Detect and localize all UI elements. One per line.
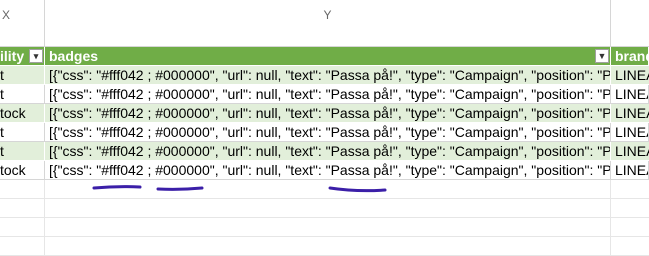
column-letter-y[interactable]: Y xyxy=(45,0,611,47)
column-letter-z[interactable] xyxy=(611,0,649,47)
grid-divider xyxy=(610,180,611,199)
cell-brand[interactable]: LINEA xyxy=(611,85,649,104)
table-row: t [{"css": "#fff042 ; #000000", "url": n… xyxy=(0,66,649,85)
cell-brand[interactable]: LINEA xyxy=(611,104,649,123)
grid-divider xyxy=(610,199,611,218)
cell-badges[interactable]: [{"css": "#fff042 ; #000000", "url": nul… xyxy=(45,104,611,123)
cell-brand[interactable]: LINEA xyxy=(611,123,649,142)
table-row: tock [{"css": "#fff042 ; #000000", "url"… xyxy=(0,161,649,180)
grid-divider xyxy=(610,218,611,237)
cell-availability[interactable]: tock xyxy=(0,161,45,180)
cell-brand[interactable]: LINEA xyxy=(611,142,649,161)
table-header-row: ility ▾ badges ▼ brand xyxy=(0,47,649,66)
cell-badges[interactable]: [{"css": "#fff042 ; #000000", "url": nul… xyxy=(45,85,611,104)
grid-divider xyxy=(610,237,611,256)
empty-grid-row[interactable] xyxy=(0,180,649,199)
table-row: t [{"css": "#fff042 ; #000000", "url": n… xyxy=(0,123,649,142)
cell-availability[interactable]: t xyxy=(0,142,45,161)
active-filter-icon[interactable]: ▼ xyxy=(595,49,609,63)
table-row: t [{"css": "#fff042 ; #000000", "url": n… xyxy=(0,85,649,104)
grid-divider xyxy=(44,218,45,237)
cell-availability[interactable]: t xyxy=(0,66,45,85)
cell-brand[interactable]: LINEA xyxy=(611,66,649,85)
cell-availability[interactable]: t xyxy=(0,123,45,142)
empty-grid-row[interactable] xyxy=(0,237,649,256)
table-row: t [{"css": "#fff042 ; #000000", "url": n… xyxy=(0,142,649,161)
cell-brand[interactable]: LINEA xyxy=(611,161,649,180)
grid-divider xyxy=(44,237,45,256)
header-cell-brand[interactable]: brand xyxy=(611,47,649,66)
cell-badges[interactable]: [{"css": "#fff042 ; #000000", "url": nul… xyxy=(45,66,611,85)
empty-grid-row[interactable] xyxy=(0,218,649,237)
cell-availability[interactable]: t xyxy=(0,85,45,104)
dropdown-filter-icon[interactable]: ▾ xyxy=(29,49,43,63)
grid-divider xyxy=(44,180,45,199)
column-letter-bar: X Y xyxy=(0,0,649,47)
cell-badges[interactable]: [{"css": "#fff042 ; #000000", "url": nul… xyxy=(45,123,611,142)
cell-badges[interactable]: [{"css": "#fff042 ; #000000", "url": nul… xyxy=(45,142,611,161)
empty-grid-row[interactable] xyxy=(0,199,649,218)
table-row: tock [{"css": "#fff042 ; #000000", "url"… xyxy=(0,104,649,123)
header-cell-badges[interactable]: badges xyxy=(45,47,611,66)
grid-divider xyxy=(44,199,45,218)
cell-badges[interactable]: [{"css": "#fff042 ; #000000", "url": nul… xyxy=(45,161,611,180)
column-letter-x[interactable]: X xyxy=(0,0,45,47)
cell-availability[interactable]: tock xyxy=(0,104,45,123)
